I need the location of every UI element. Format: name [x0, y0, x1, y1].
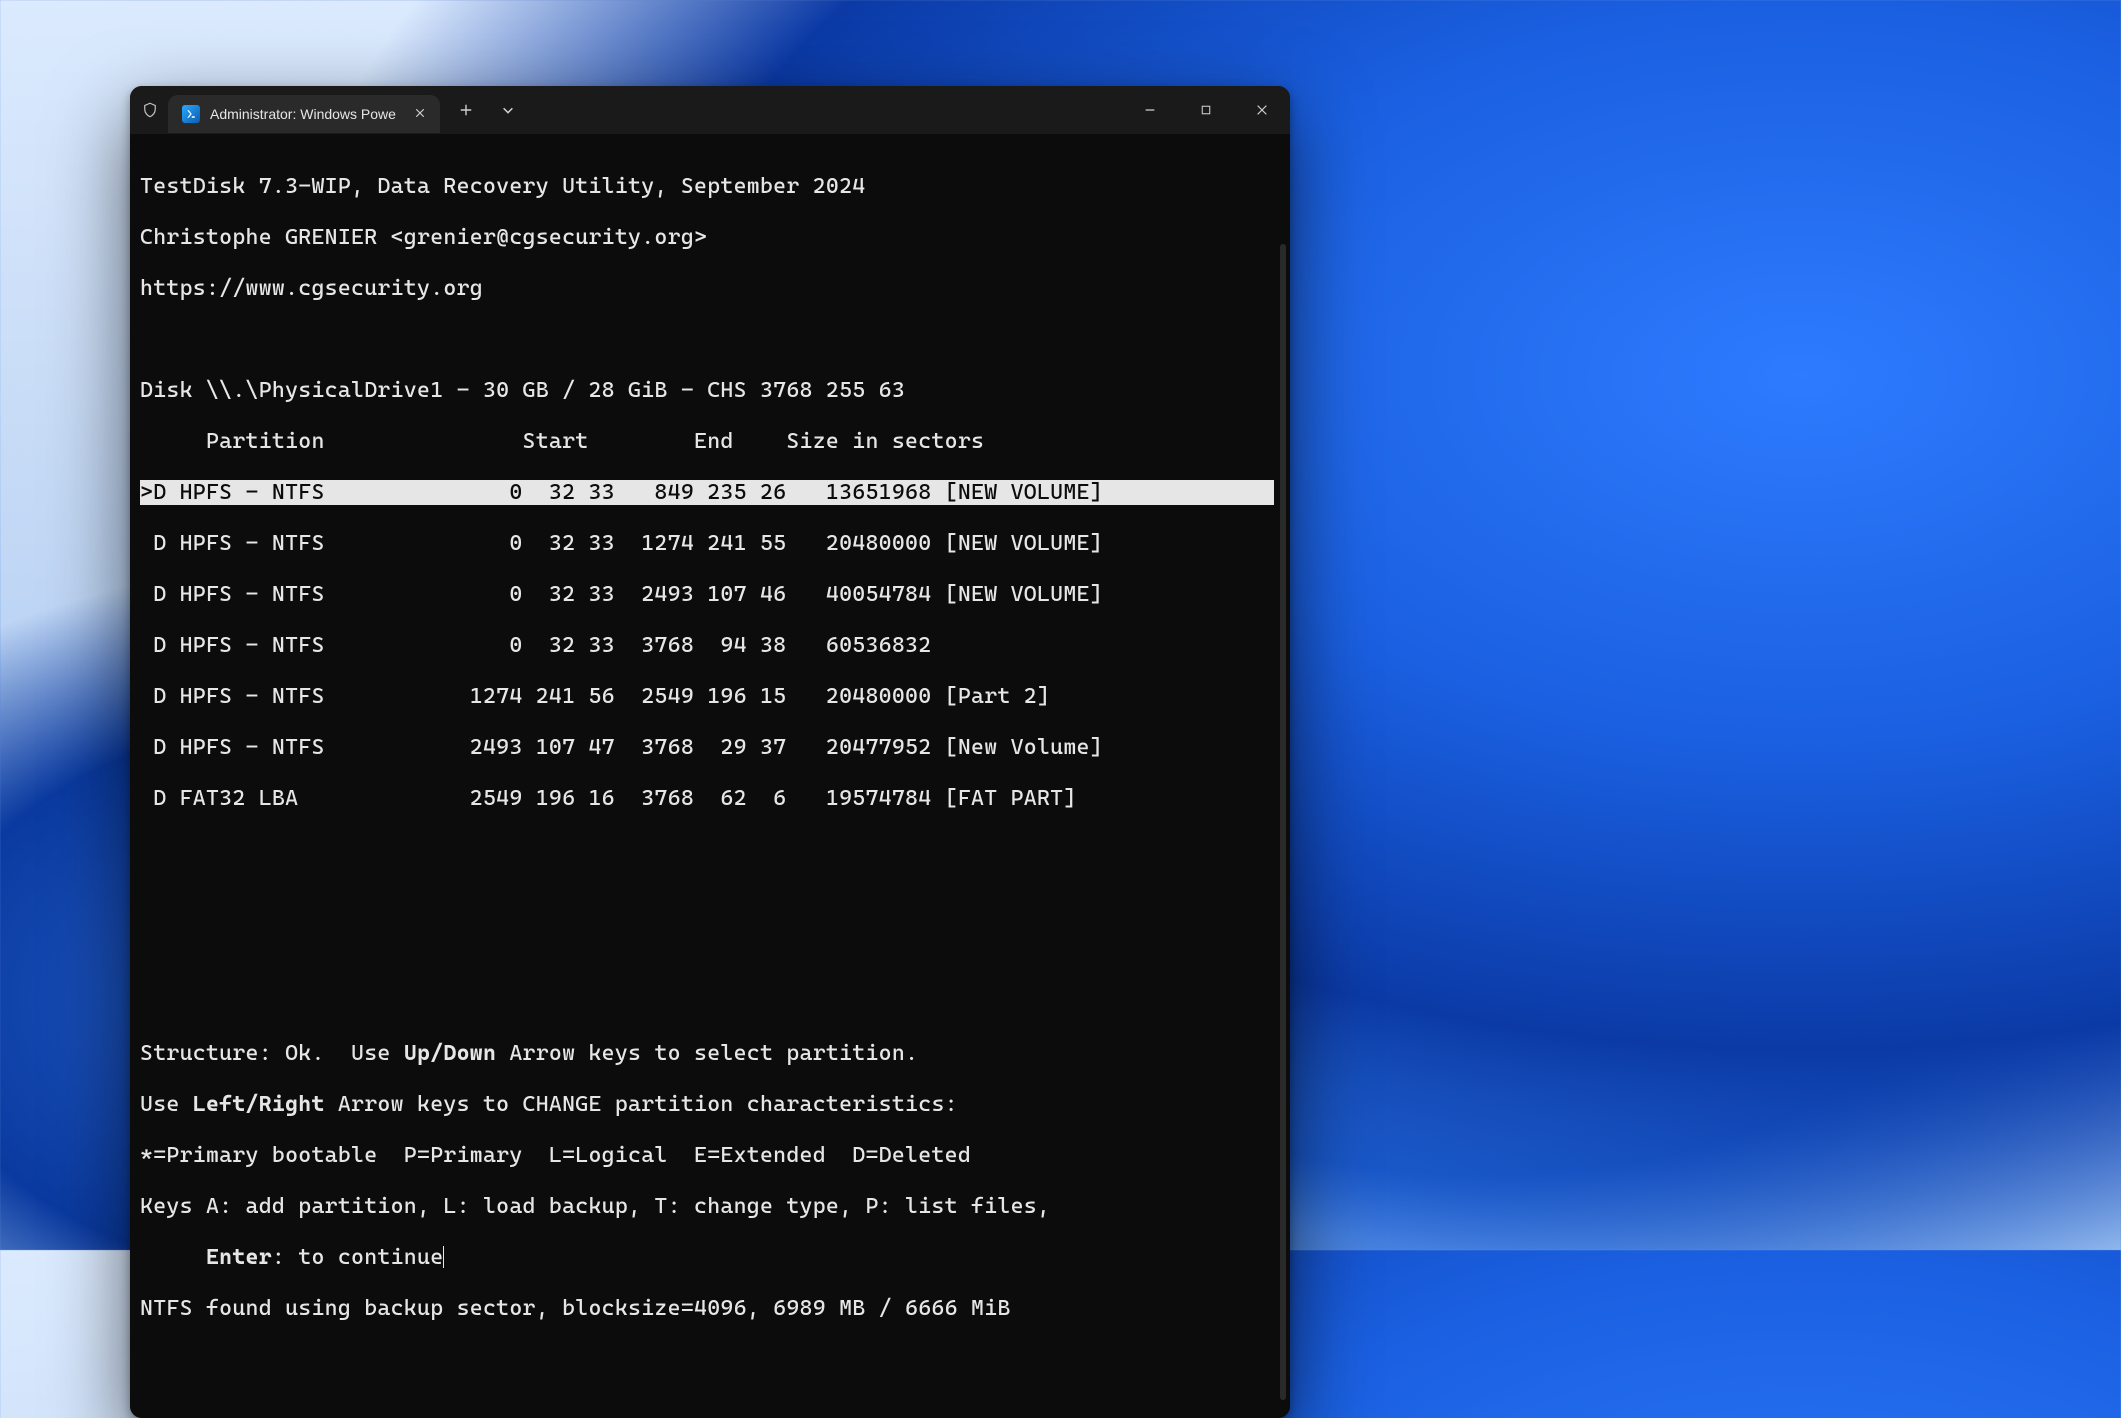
partition-row[interactable]: D HPFS - NTFS 1274 241 56 2549 196 15 20…	[140, 684, 1274, 710]
titlebar[interactable]: Administrator: Windows Powe	[130, 86, 1290, 134]
term-line: TestDisk 7.3-WIP, Data Recovery Utility,…	[140, 174, 1274, 200]
powershell-icon	[182, 105, 200, 123]
cursor	[443, 1246, 444, 1268]
partition-row[interactable]: D HPFS - NTFS 0 32 33 1274 241 55 204800…	[140, 531, 1274, 557]
term-line	[140, 327, 1274, 353]
partition-row[interactable]: D FAT32 LBA 2549 196 16 3768 62 6 195747…	[140, 786, 1274, 812]
shield-icon	[140, 100, 160, 120]
tab-dropdown-button[interactable]	[488, 90, 528, 130]
tab-active[interactable]: Administrator: Windows Powe	[168, 95, 440, 133]
partition-row[interactable]: D HPFS - NTFS 2493 107 47 3768 29 37 204…	[140, 735, 1274, 761]
term-line: Use Left/Right Arrow keys to CHANGE part…	[140, 1092, 1274, 1118]
tab-actions	[446, 90, 528, 130]
close-window-button[interactable]	[1234, 86, 1290, 134]
term-line: Structure: Ok. Use Up/Down Arrow keys to…	[140, 1041, 1274, 1067]
term-line	[140, 837, 1274, 863]
term-line: Christophe GRENIER <grenier@cgsecurity.o…	[140, 225, 1274, 251]
scrollbar[interactable]	[1280, 244, 1286, 1400]
term-line: *=Primary bootable P=Primary L=Logical E…	[140, 1143, 1274, 1169]
term-line	[140, 939, 1274, 965]
term-line: Enter: to continue	[140, 1245, 1274, 1271]
partition-row-selected[interactable]: >D HPFS - NTFS 0 32 33 849 235 26 136519…	[140, 480, 1274, 506]
term-line: NTFS found using backup sector, blocksiz…	[140, 1296, 1274, 1322]
titlebar-left: Administrator: Windows Powe	[130, 87, 528, 133]
tab-title: Administrator: Windows Powe	[210, 106, 396, 122]
term-line: https://www.cgsecurity.org	[140, 276, 1274, 302]
window-controls	[1122, 86, 1290, 134]
term-line: Keys A: add partition, L: load backup, T…	[140, 1194, 1274, 1220]
term-line	[140, 888, 1274, 914]
term-line: Disk \\.\PhysicalDrive1 - 30 GB / 28 GiB…	[140, 378, 1274, 404]
term-line	[140, 990, 1274, 1016]
terminal-surface[interactable]: TestDisk 7.3-WIP, Data Recovery Utility,…	[130, 134, 1290, 1418]
close-tab-icon[interactable]	[414, 106, 426, 122]
partition-row[interactable]: D HPFS - NTFS 0 32 33 3768 94 38 6053683…	[140, 633, 1274, 659]
terminal-window: Administrator: Windows Powe	[130, 86, 1290, 1418]
partition-row[interactable]: D HPFS - NTFS 0 32 33 2493 107 46 400547…	[140, 582, 1274, 608]
minimize-button[interactable]	[1122, 86, 1178, 134]
term-line: Partition Start End Size in sectors	[140, 429, 1274, 455]
new-tab-button[interactable]	[446, 90, 486, 130]
maximize-button[interactable]	[1178, 86, 1234, 134]
